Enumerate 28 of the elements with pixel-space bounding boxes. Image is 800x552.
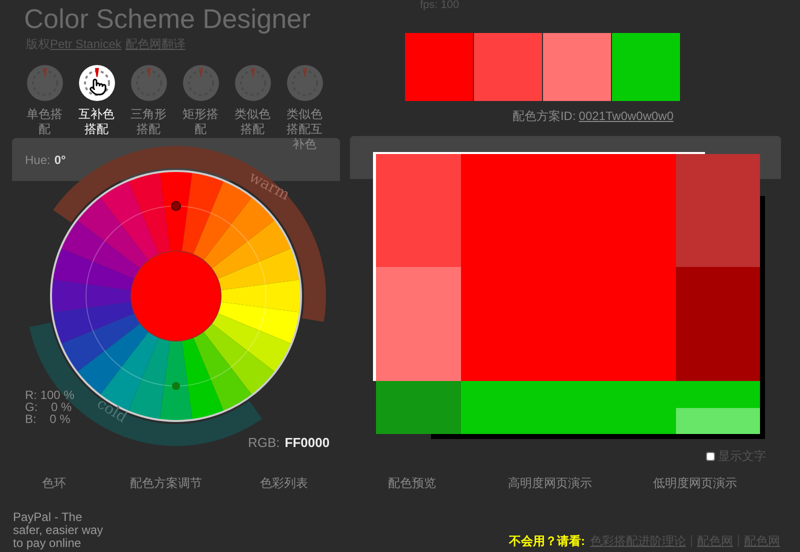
color-swatch[interactable]: [612, 33, 680, 101]
scheme-type-tab[interactable]: 类似色搭配: [232, 107, 272, 137]
rgb-percent-text: R: 100 %: [25, 389, 74, 401]
scheme-type-tab[interactable]: 矩形搭配: [180, 107, 220, 137]
show-text-checkbox[interactable]: [706, 452, 715, 460]
rgb-percent-text: B: 0 %: [25, 413, 72, 425]
hue-value: 0°: [54, 152, 66, 168]
scheme-type-tab[interactable]: 三角形搭配: [128, 107, 168, 137]
color-swatch[interactable]: [543, 33, 611, 101]
scheme-type-tab[interactable]: 单色搭配: [24, 107, 64, 137]
scheme-type-tab[interactable]: 互补色搭配: [76, 107, 116, 137]
color-swatch[interactable]: [405, 33, 473, 101]
app-title: Color Scheme Designer: [24, 3, 311, 36]
scheme-id-link[interactable]: 0021Tw0w0w0w0: [578, 107, 674, 125]
cold-label: cold: [94, 394, 130, 426]
color-swatch[interactable]: [474, 33, 542, 101]
help-prompt: 不会用？请看:: [509, 533, 585, 550]
rgb-percent-text: G: 0 %: [25, 401, 73, 413]
view-tab[interactable]: 低明度网页演示: [653, 474, 737, 492]
view-tab[interactable]: 色彩列表: [260, 474, 308, 492]
hand-cursor-icon: [88, 77, 106, 97]
paypal-alt-text: PayPal - The safer, easier way to pay online: [13, 511, 104, 550]
scheme-id-label: 配色方案ID:: [512, 108, 576, 125]
view-tab[interactable]: 配色方案调节: [130, 474, 202, 492]
view-tab[interactable]: 配色预览: [388, 474, 436, 492]
hue-label: Hue:: [25, 152, 50, 168]
view-tab[interactable]: 色环: [42, 474, 66, 492]
view-tab[interactable]: 高明度网页演示: [508, 474, 592, 492]
